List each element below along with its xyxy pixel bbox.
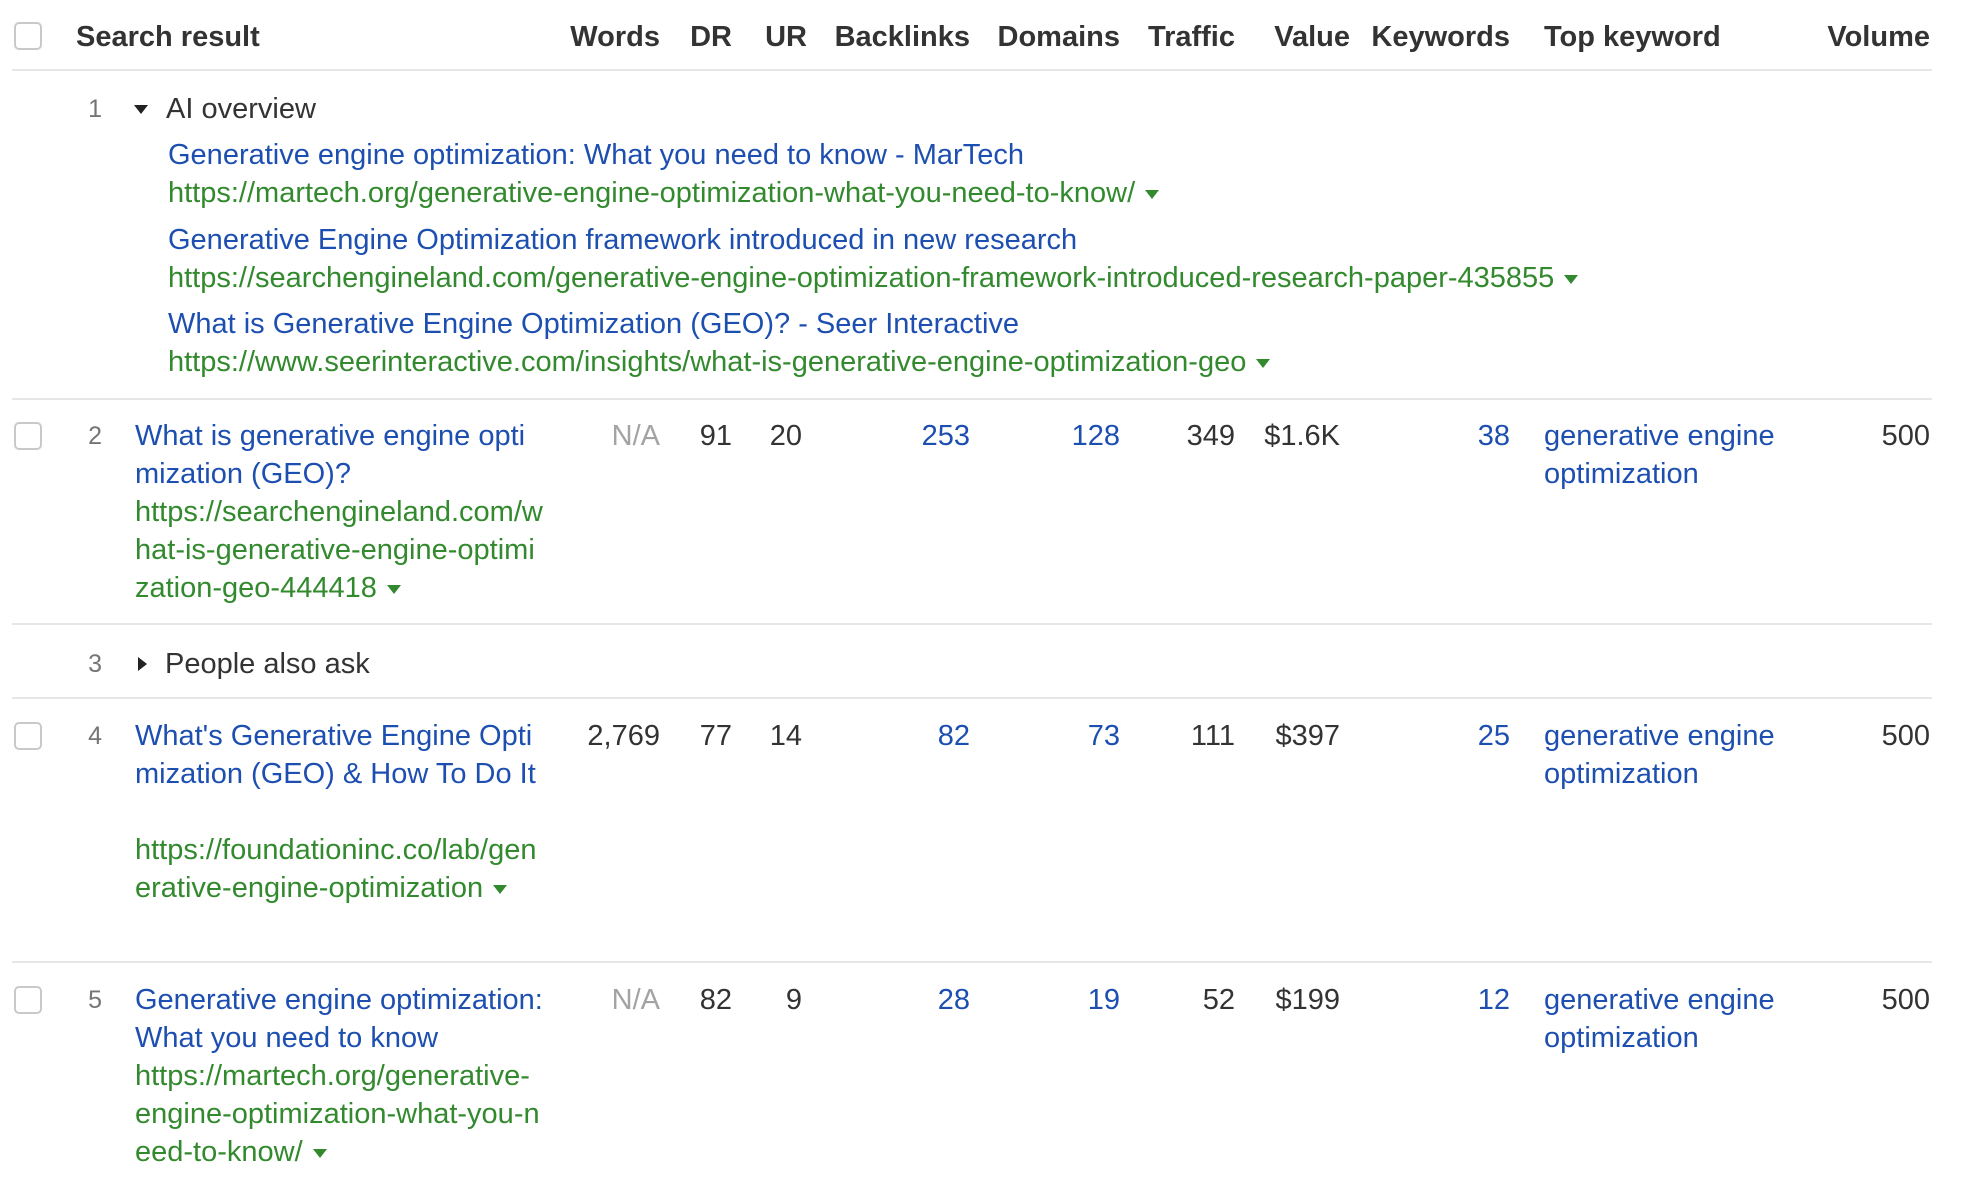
col-dr[interactable]: DR (670, 18, 732, 56)
caret-down-icon (134, 104, 148, 114)
dr-value: 77 (699, 720, 732, 752)
ai-overview-link-title[interactable]: What is Generative Engine Optimization (… (168, 305, 1019, 343)
url-dropdown-icon[interactable] (1564, 274, 1579, 284)
value-value: $397 (1275, 720, 1340, 752)
row-number: 2 (88, 422, 102, 450)
row-divider (12, 961, 1932, 963)
url-dropdown-icon[interactable] (1145, 189, 1160, 199)
ur-value: 14 (769, 720, 802, 752)
backlinks-value[interactable]: 253 (820, 417, 970, 455)
row-number: 1 (88, 95, 102, 123)
domains-value[interactable]: 128 (970, 417, 1120, 455)
domains-value[interactable]: 19 (970, 981, 1120, 1019)
col-volume[interactable]: Volume (1770, 18, 1930, 56)
col-keywords[interactable]: Keywords (1360, 18, 1510, 56)
dr-value: 82 (699, 984, 732, 1016)
col-backlinks[interactable]: Backlinks (820, 18, 970, 56)
row-checkbox[interactable] (14, 722, 42, 750)
col-traffic[interactable]: Traffic (1130, 18, 1235, 56)
col-ur[interactable]: UR (745, 18, 807, 56)
col-value[interactable]: Value (1245, 18, 1350, 56)
words-value: N/A (611, 984, 660, 1016)
dr-value: 91 (699, 420, 732, 452)
ai-overview-link-url[interactable]: https://martech.org/generative-engine-op… (168, 174, 1160, 212)
col-domains[interactable]: Domains (970, 18, 1120, 56)
people-also-ask-label: People also ask (165, 648, 370, 680)
backlinks-value[interactable]: 28 (820, 981, 970, 1019)
ai-overview-label: AI overview (166, 93, 316, 125)
row-checkbox[interactable] (14, 422, 42, 450)
serp-table: Search result Words DR UR Backlinks Doma… (0, 0, 1972, 1200)
volume-value: 500 (1881, 420, 1930, 452)
row-checkbox[interactable] (14, 986, 42, 1014)
volume-value: 500 (1881, 984, 1930, 1016)
result-url-link[interactable]: https://searchengineland.com/what-is-gen… (135, 493, 545, 607)
row-divider (12, 398, 1932, 400)
ai-overview-link-url[interactable]: https://searchengineland.com/generative-… (168, 259, 1579, 297)
row-divider (12, 697, 1932, 699)
result-title-link[interactable]: What is generative engine optimization (… (135, 417, 545, 493)
url-dropdown-icon[interactable] (312, 1148, 327, 1158)
caret-right-icon (138, 657, 147, 671)
result-url-link[interactable]: https://martech.org/generative-engine-op… (135, 1057, 545, 1171)
row-number: 5 (88, 986, 102, 1014)
top-keyword-link[interactable]: generative engine optimization (1544, 981, 1804, 1057)
col-top-keyword[interactable]: Top keyword (1544, 18, 1721, 56)
people-also-ask-toggle[interactable]: People also ask (138, 645, 370, 683)
domains-value[interactable]: 73 (970, 717, 1120, 755)
words-value: 2,769 (587, 720, 660, 752)
row-number: 3 (88, 650, 102, 678)
ur-value: 9 (785, 984, 802, 1016)
ai-overview-link-title[interactable]: Generative Engine Optimization framework… (168, 221, 1077, 259)
row-divider (12, 623, 1932, 625)
keywords-value[interactable]: 25 (1360, 717, 1510, 755)
traffic-value: 349 (1186, 420, 1235, 452)
col-search-result[interactable]: Search result (76, 18, 260, 56)
url-dropdown-icon[interactable] (493, 884, 508, 894)
result-title-link[interactable]: What's Generative Engine Optimization (G… (135, 717, 545, 793)
value-value: $199 (1275, 984, 1340, 1016)
words-value: N/A (611, 420, 660, 452)
ai-overview-toggle[interactable]: AI overview (134, 90, 316, 128)
ai-overview-link-url[interactable]: https://www.seerinteractive.com/insights… (168, 343, 1271, 381)
top-keyword-link[interactable]: generative engine optimization (1544, 717, 1804, 793)
ur-value: 20 (769, 420, 802, 452)
volume-value: 500 (1881, 720, 1930, 752)
row-number: 4 (88, 722, 102, 750)
backlinks-value[interactable]: 82 (820, 717, 970, 755)
keywords-value[interactable]: 12 (1360, 981, 1510, 1019)
traffic-value: 111 (1190, 720, 1235, 752)
result-title-link[interactable]: Generative engine optimization: What you… (135, 981, 545, 1057)
traffic-value: 52 (1202, 984, 1235, 1016)
value-value: $1.6K (1264, 420, 1340, 452)
keywords-value[interactable]: 38 (1360, 417, 1510, 455)
url-dropdown-icon[interactable] (1256, 358, 1271, 368)
col-words[interactable]: Words (560, 18, 660, 56)
select-all-checkbox[interactable] (14, 22, 42, 50)
url-dropdown-icon[interactable] (386, 584, 401, 594)
result-url-link[interactable]: https://foundationinc.co/lab/generative-… (135, 831, 545, 907)
header-divider (12, 69, 1932, 71)
top-keyword-link[interactable]: generative engine optimization (1544, 417, 1804, 493)
ai-overview-link-title[interactable]: Generative engine optimization: What you… (168, 136, 1024, 174)
